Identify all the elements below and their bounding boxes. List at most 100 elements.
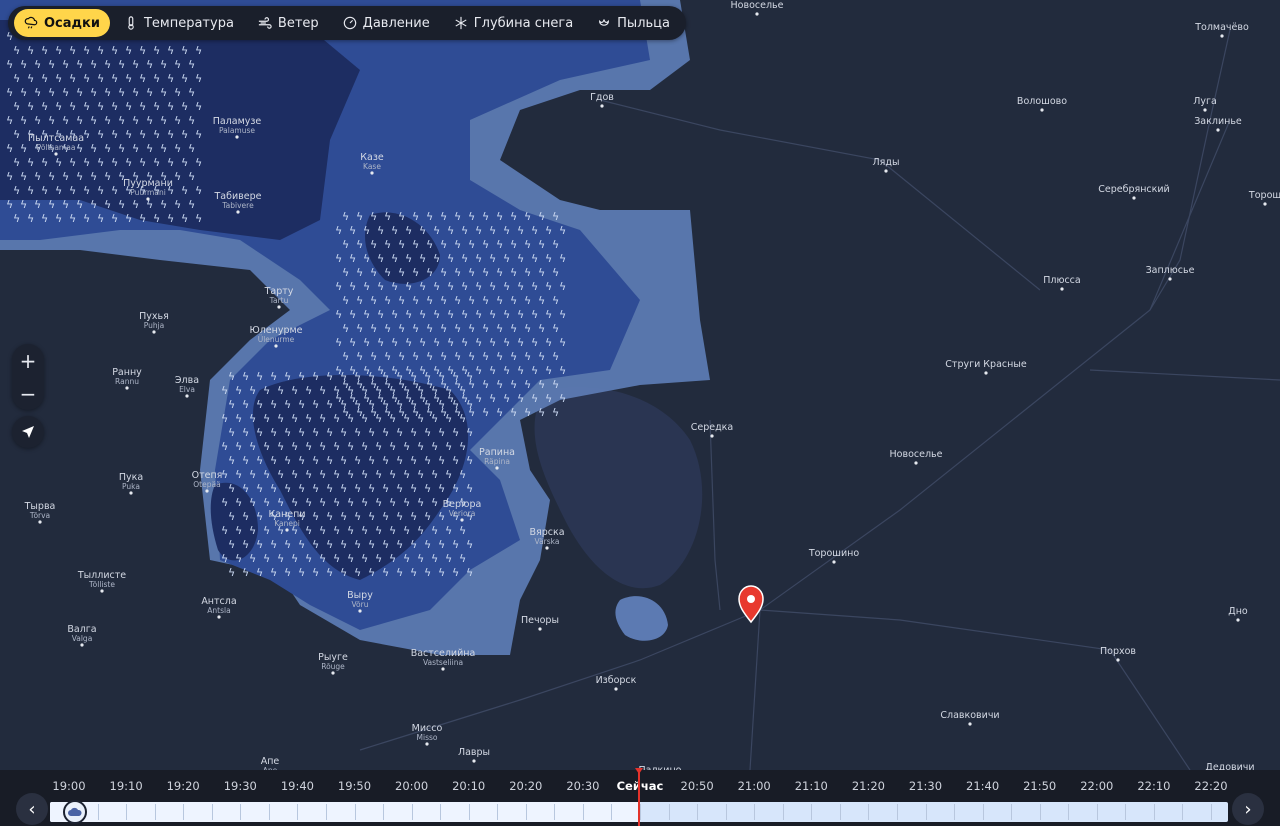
lightning-mark: ϟ bbox=[517, 364, 524, 377]
lightning-mark: ϟ bbox=[139, 72, 146, 85]
lightning-mark: ϟ bbox=[459, 468, 466, 481]
lightning-mark: ϟ bbox=[354, 510, 361, 523]
lightning-mark: ϟ bbox=[97, 72, 104, 85]
zoom-in-button[interactable]: + bbox=[20, 351, 37, 371]
lightning-mark: ϟ bbox=[340, 454, 347, 467]
timeline-time-label[interactable]: 20:30 bbox=[566, 779, 599, 793]
lightning-mark: ϟ bbox=[382, 510, 389, 523]
tab-temperature[interactable]: Температура bbox=[114, 9, 244, 37]
tab-pollen[interactable]: Пыльца bbox=[587, 9, 680, 37]
lightning-mark: ϟ bbox=[221, 384, 228, 397]
lightning-mark: ϟ bbox=[249, 496, 256, 509]
lightning-mark: ϟ bbox=[475, 308, 482, 321]
timeline-time-label[interactable]: 19:10 bbox=[110, 779, 143, 793]
lightning-mark: ϟ bbox=[284, 398, 291, 411]
lightning-mark: ϟ bbox=[405, 280, 412, 293]
lightning-mark: ϟ bbox=[368, 454, 375, 467]
lightning-mark: ϟ bbox=[375, 412, 382, 425]
lightning-mark: ϟ bbox=[312, 510, 319, 523]
timeline-next-button[interactable]: › bbox=[1232, 793, 1264, 825]
lightning-mark: ϟ bbox=[412, 210, 419, 223]
lightning-mark: ϟ bbox=[361, 552, 368, 565]
lightning-mark: ϟ bbox=[277, 384, 284, 397]
lightning-mark: ϟ bbox=[132, 198, 139, 211]
lightning-mark: ϟ bbox=[34, 58, 41, 71]
lightning-mark: ϟ bbox=[249, 468, 256, 481]
timeline-time-label[interactable]: 21:30 bbox=[909, 779, 942, 793]
zoom-out-button[interactable]: − bbox=[20, 384, 37, 404]
timeline-time-label[interactable]: 19:50 bbox=[338, 779, 371, 793]
timeline-time-label[interactable]: 19:20 bbox=[167, 779, 200, 793]
timeline-time-label[interactable]: 22:20 bbox=[1194, 779, 1227, 793]
lightning-mark: ϟ bbox=[20, 58, 27, 71]
lightning-mark: ϟ bbox=[312, 538, 319, 551]
timeline-time-label[interactable]: 21:20 bbox=[852, 779, 885, 793]
timeline-prev-button[interactable]: ‹ bbox=[16, 793, 48, 825]
place-dot bbox=[600, 104, 604, 108]
lightning-mark: ϟ bbox=[319, 440, 326, 453]
tab-precipitation[interactable]: Осадки bbox=[14, 9, 110, 37]
lightning-mark: ϟ bbox=[524, 210, 531, 223]
lightning-mark: ϟ bbox=[552, 406, 559, 419]
lightning-mark: ϟ bbox=[167, 128, 174, 141]
lightning-mark: ϟ bbox=[188, 170, 195, 183]
lightning-mark: ϟ bbox=[139, 212, 146, 225]
place-dot bbox=[331, 671, 335, 675]
timeline-tick bbox=[1125, 804, 1127, 820]
tab-wind[interactable]: Ветер bbox=[248, 9, 329, 37]
lightning-mark: ϟ bbox=[340, 398, 347, 411]
lightning-mark: ϟ bbox=[361, 412, 368, 425]
lightning-mark: ϟ bbox=[181, 184, 188, 197]
lightning-mark: ϟ bbox=[312, 426, 319, 439]
lightning-mark: ϟ bbox=[538, 238, 545, 251]
timeline-time-label[interactable]: 19:40 bbox=[281, 779, 314, 793]
lightning-mark: ϟ bbox=[459, 552, 466, 565]
locate-me-button[interactable] bbox=[12, 416, 44, 448]
lightning-mark: ϟ bbox=[412, 266, 419, 279]
tab-snow-depth[interactable]: Глубина снега bbox=[444, 9, 583, 37]
timeline-time-label[interactable]: 20:10 bbox=[452, 779, 485, 793]
place-name-latin: Misso bbox=[417, 733, 438, 742]
lightning-mark: ϟ bbox=[242, 510, 249, 523]
lightning-mark: ϟ bbox=[396, 566, 403, 579]
lightning-mark: ϟ bbox=[55, 212, 62, 225]
timeline-time-label[interactable]: 19:30 bbox=[224, 779, 257, 793]
precipitation-map[interactable]: ϟ ϟ ϟ ϟ ϟ ϟ ϟ ϟ ϟ ϟ ϟ ϟ ϟ ϟ ϟ ϟ ϟ ϟ ϟ ϟ ϟ ϟ ϟ ϟ ϟ ϟ ϟ ϟ ϟ ϟ ϟ ϟ ϟ ϟ ϟ ϟ ϟ ϟ ϟ ϟ… bbox=[0, 0, 1280, 770]
lightning-mark: ϟ bbox=[188, 58, 195, 71]
lightning-mark: ϟ bbox=[552, 294, 559, 307]
timeline-tick bbox=[1011, 804, 1013, 820]
lightning-mark: ϟ bbox=[319, 412, 326, 425]
lightning-mark: ϟ bbox=[524, 294, 531, 307]
lightning-mark: ϟ bbox=[174, 170, 181, 183]
lightning-mark: ϟ bbox=[333, 440, 340, 453]
timeline-time-label[interactable]: 21:00 bbox=[738, 779, 771, 793]
timeline-time-label[interactable]: 22:10 bbox=[1137, 779, 1170, 793]
lightning-mark: ϟ bbox=[354, 538, 361, 551]
timeline-time-label[interactable]: 19:00 bbox=[52, 779, 85, 793]
lightning-mark: ϟ bbox=[363, 224, 370, 237]
place-name-latin: Tartu bbox=[269, 296, 289, 305]
lightning-mark: ϟ bbox=[90, 170, 97, 183]
place-dot bbox=[968, 722, 972, 726]
timeline-time-label[interactable]: 20:20 bbox=[509, 779, 542, 793]
timeline-play-handle[interactable] bbox=[63, 800, 87, 824]
lightning-mark: ϟ bbox=[76, 86, 83, 99]
place-name: Заклинье bbox=[1194, 116, 1242, 127]
lightning-mark: ϟ bbox=[454, 210, 461, 223]
timeline-time-label[interactable]: 20:50 bbox=[681, 779, 714, 793]
lightning-mark: ϟ bbox=[34, 114, 41, 127]
timeline-time-label[interactable]: 21:40 bbox=[966, 779, 999, 793]
timeline-time-label[interactable]: 21:50 bbox=[1023, 779, 1056, 793]
lightning-mark: ϟ bbox=[181, 128, 188, 141]
tab-pressure[interactable]: Давление bbox=[333, 9, 440, 37]
timeline-time-label[interactable]: 22:00 bbox=[1080, 779, 1113, 793]
lightning-mark: ϟ bbox=[403, 384, 410, 397]
place-dot bbox=[710, 434, 714, 438]
lightning-mark: ϟ bbox=[466, 426, 473, 439]
timeline-time-label[interactable]: 21:10 bbox=[795, 779, 828, 793]
place-name: Серебрянский bbox=[1098, 184, 1169, 195]
place-dot bbox=[100, 589, 104, 593]
lightning-mark: ϟ bbox=[326, 454, 333, 467]
timeline-time-label[interactable]: 20:00 bbox=[395, 779, 428, 793]
timeline-time-label[interactable]: Сейчас bbox=[617, 779, 664, 793]
